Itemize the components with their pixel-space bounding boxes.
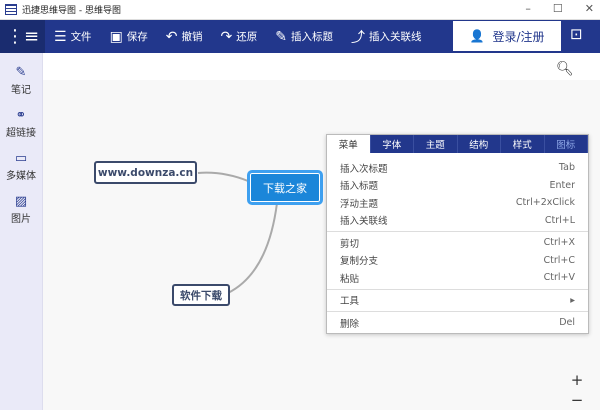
sidebar-item-note[interactable]: ✎ 笔记	[0, 65, 42, 96]
sidebar-item-multimedia[interactable]: ▭ 多媒体	[0, 151, 42, 182]
menu-item-shortcut: Ctrl+2xClick	[515, 197, 575, 209]
menu-item-shortcut: Del	[559, 317, 575, 329]
menu-tab[interactable]: 图标	[545, 135, 588, 153]
menu-item[interactable]: 工具 ▸	[327, 292, 588, 310]
hyperlink-icon: ⚭	[15, 108, 27, 123]
presentation-icon[interactable]: ⊡	[570, 25, 583, 43]
mindmap-logo-icon[interactable]: ⋮≡	[0, 20, 45, 53]
menu-item[interactable]: 粘贴 Ctrl+V	[327, 269, 588, 287]
zoom-out-button[interactable]: −	[566, 390, 588, 410]
menu-item-shortcut: Enter	[549, 179, 576, 191]
menu-tab[interactable]: 主题	[414, 135, 458, 153]
toolbar-button-1[interactable]: ▣ 保存	[101, 20, 157, 53]
save-icon: ▣	[109, 28, 123, 45]
mindmap-root-node[interactable]: 下载之家	[247, 170, 323, 205]
link-icon: ⤴	[351, 29, 365, 46]
mindmap-node[interactable]: 软件下载	[172, 284, 230, 306]
sidebar-item-hyperlink[interactable]: ⚭ 超链接	[0, 108, 42, 139]
menu-separator	[327, 311, 588, 312]
multimedia-icon: ▭	[14, 151, 28, 166]
menu-item-label: 粘贴	[340, 273, 360, 285]
toolbar-button-0[interactable]: ☰ 文件	[45, 20, 101, 53]
menu-item[interactable]: 插入次标题 Tab	[327, 159, 588, 177]
close-button[interactable]: ✕	[585, 2, 594, 15]
tag-icon: ✎	[275, 28, 287, 45]
title-bar: 迅捷思维导图 - 思维导图 – ☐ ✕	[0, 0, 600, 20]
toolbar-button-4[interactable]: ✎ 插入标题	[266, 20, 342, 53]
undo-icon: ↶	[165, 28, 178, 45]
menu-item-label: 浮动主题	[340, 198, 379, 210]
menu-item[interactable]: 剪切 Ctrl+X	[327, 234, 588, 252]
mindmap-node[interactable]: www.downza.cn	[94, 161, 197, 184]
menu-tab[interactable]: 结构	[458, 135, 501, 153]
toolbar-label: 保存	[126, 31, 148, 43]
minimize-button[interactable]: –	[525, 2, 531, 15]
zoom-in-button[interactable]: +	[566, 370, 588, 390]
toolbar-label: 还原	[236, 31, 258, 43]
sidebar-item-label: 笔记	[11, 85, 31, 96]
menu-item-label: 工具	[340, 296, 360, 308]
connector-line	[197, 171, 249, 182]
app-icon	[5, 4, 17, 15]
toolbar-label: 文件	[70, 31, 92, 43]
note-icon: ✎	[15, 65, 27, 80]
menu-item-label: 插入次标题	[340, 163, 388, 175]
toolbar-button-2[interactable]: ↶ 撤销	[157, 20, 212, 53]
login-label: 登录/注册	[492, 29, 545, 44]
sidebar-item-label: 图片	[11, 214, 31, 225]
menu-item[interactable]: 插入标题 Enter	[327, 177, 588, 195]
menu-item-label: 插入关联线	[340, 216, 388, 228]
sidebar-item-label: 超链接	[6, 128, 36, 139]
maximize-button[interactable]: ☐	[553, 2, 563, 15]
menu-item-label: 剪切	[340, 238, 360, 250]
user-icon: 👤	[469, 29, 485, 43]
menu-separator	[327, 288, 588, 290]
menu-item-label: 复制分支	[340, 256, 379, 268]
menu-separator	[327, 231, 588, 232]
toolbar-label: 插入关联线	[369, 31, 422, 43]
toolbar-label: 撤销	[181, 31, 203, 43]
menu-item-shortcut: Ctrl+L	[544, 214, 575, 226]
menu-item[interactable]: 复制分支 Ctrl+C	[327, 252, 588, 270]
toolbar-button-5[interactable]: ⤴ 插入关联线	[342, 20, 431, 53]
sidebar-item-image[interactable]: ▨ 图片	[0, 194, 42, 225]
menu-item-shortcut: Ctrl+C	[543, 254, 576, 266]
menu-icon: ☰	[54, 28, 67, 45]
menu-tab[interactable]: 字体	[371, 135, 414, 153]
menu-tab[interactable]: 菜单	[327, 135, 371, 153]
login-register-button[interactable]: 👤 登录/注册	[453, 21, 561, 51]
menu-item-label: 插入标题	[340, 181, 379, 193]
menu-item-shortcut: Ctrl+V	[543, 272, 575, 284]
menu-item-shortcut: Ctrl+X	[543, 237, 575, 249]
redo-icon: ↷	[220, 28, 233, 45]
menu-item[interactable]: 浮动主题 Ctrl+2xClick	[327, 194, 588, 212]
window-title: 迅捷思维导图 - 思维导图	[22, 6, 121, 16]
image-icon: ▨	[14, 194, 28, 209]
context-menu: 菜单 字体 主题 结构 样式 图标 插入次标题 Tab 插入标题 Enter 浮动主题 Ctrl+2…	[326, 134, 589, 334]
sidebar: ✎ 笔记 ⚭ 超链接 ▭ 多媒体 ▨ 图片	[0, 53, 43, 410]
connector-line	[227, 202, 278, 294]
menu-tab[interactable]: 样式	[501, 135, 545, 153]
toolbar-button-3[interactable]: ↷ 还原	[212, 20, 267, 53]
sidebar-item-label: 多媒体	[6, 171, 36, 182]
menu-item[interactable]: 插入关联线 Ctrl+L	[327, 212, 588, 230]
menu-item-label: 删除	[340, 318, 360, 330]
menu-item-shortcut: ▸	[570, 294, 575, 306]
menu-item-shortcut: Tab	[558, 162, 575, 174]
menu-item[interactable]: 删除 Del	[327, 314, 588, 332]
toolbar-label: 插入标题	[291, 31, 333, 43]
